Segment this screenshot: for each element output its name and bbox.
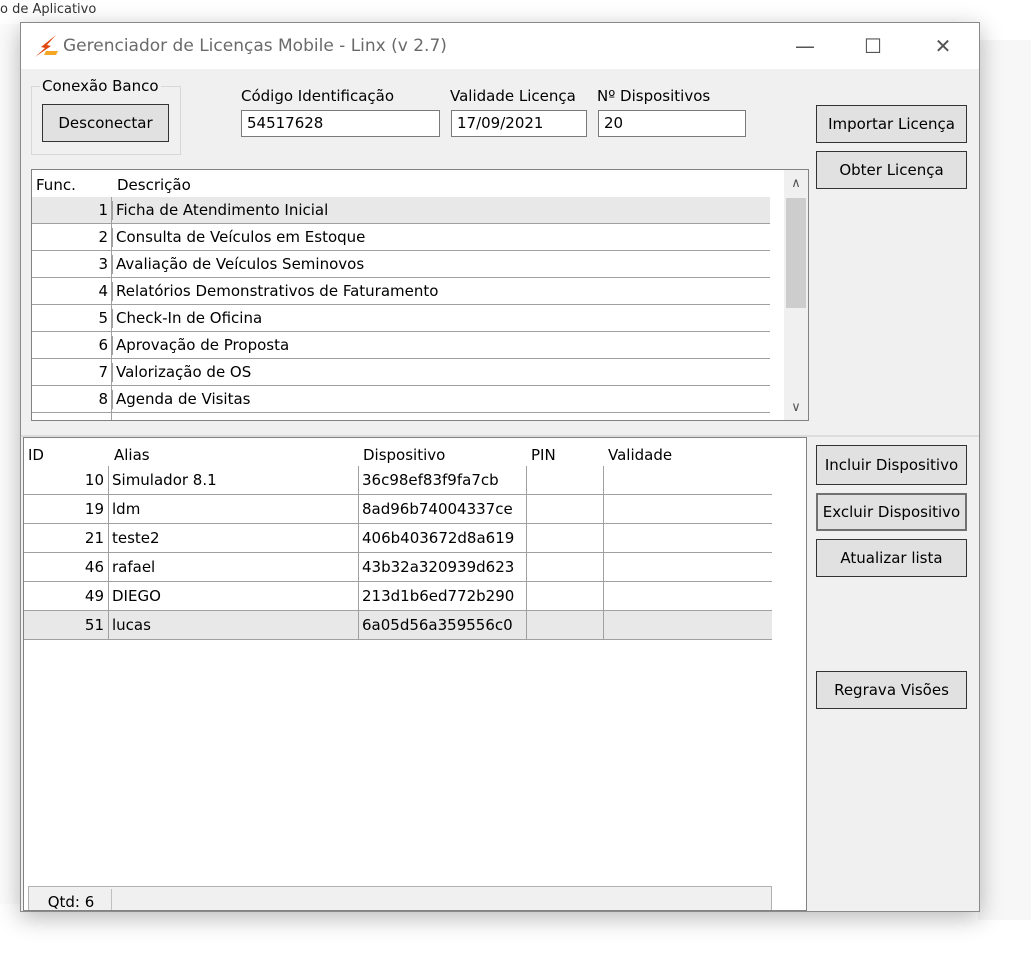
devices-count-field[interactable]: 20: [598, 110, 746, 137]
device-alias: ldm: [112, 500, 141, 518]
refresh-list-button[interactable]: Atualizar lista: [816, 539, 967, 577]
code-field[interactable]: 54517628: [241, 110, 440, 137]
device-id-hash: 43b32a320939d623: [362, 558, 515, 576]
function-desc: Valorização de OS: [112, 363, 251, 382]
function-desc: Agenda de Visitas: [112, 390, 251, 409]
license-manager-window: Gerenciador de Licenças Mobile - Linx (v…: [20, 22, 980, 912]
function-num: 7: [98, 363, 108, 381]
function-desc: Consulta de Veículos em Estoque: [112, 228, 365, 247]
function-row[interactable]: 4 Relatórios Demonstrativos de Faturamen…: [32, 278, 770, 305]
include-device-button[interactable]: Incluir Dispositivo: [816, 445, 967, 485]
device-id-hash: 6a05d56a359556c0: [362, 616, 513, 634]
function-desc: Aprovação de Proposta: [112, 336, 289, 355]
import-license-button[interactable]: Importar Licença: [816, 105, 967, 143]
device-id-hash: 213d1b6ed772b290: [362, 587, 515, 605]
device-row[interactable]: 49 DIEGO 213d1b6ed772b290: [24, 582, 772, 611]
device-alias: teste2: [112, 529, 160, 547]
function-row[interactable]: 5 Check-In de Oficina: [32, 305, 770, 332]
function-row[interactable]: 1 Ficha de Atendimento Inicial: [32, 197, 770, 224]
maximize-button[interactable]: ☐: [849, 23, 897, 69]
connection-group-label: Conexão Banco: [40, 77, 161, 95]
devices-grid[interactable]: ID Alias Dispositivo PIN Validade 10 Sim…: [23, 437, 807, 911]
function-desc: Relatórios Demonstrativos de Faturamento: [112, 282, 438, 301]
device-column-header[interactable]: Dispositivo: [363, 446, 445, 464]
background-app-right: [978, 40, 1031, 920]
scroll-thumb[interactable]: [786, 198, 806, 308]
close-button[interactable]: ✕: [919, 23, 967, 69]
device-row[interactable]: 10 Simulador 8.1 36c98ef83f9fa7cb: [24, 466, 772, 495]
scroll-up-icon[interactable]: ∧: [784, 172, 808, 194]
device-alias: DIEGO: [112, 587, 161, 605]
background-fragment-text: o de Aplicativo: [0, 2, 97, 17]
device-id-hash: 36c98ef83f9fa7cb: [362, 471, 499, 489]
devices-grid-header: ID Alias Dispositivo PIN Validade: [24, 438, 784, 466]
window-title: Gerenciador de Licenças Mobile - Linx (v…: [63, 36, 447, 56]
device-row[interactable]: 21 teste2 406b403672d8a619: [24, 524, 772, 553]
device-id: 19: [84, 500, 104, 518]
function-num: 1: [98, 201, 108, 219]
device-id: 49: [84, 587, 104, 605]
pin-column-header[interactable]: PIN: [531, 446, 556, 464]
devices-count-label: Nº Dispositivos: [597, 87, 711, 105]
function-desc: Check-In de Oficina: [112, 309, 262, 328]
function-row[interactable]: [32, 413, 770, 420]
function-row[interactable]: 7 Valorização de OS: [32, 359, 770, 386]
validity-column-header[interactable]: Validade: [608, 446, 672, 464]
device-id: 51: [84, 616, 104, 634]
desc-column-header[interactable]: Descrição: [117, 176, 191, 194]
device-id: 46: [84, 558, 104, 576]
functions-scrollbar[interactable]: ∧ ∨: [784, 170, 808, 420]
scroll-down-icon[interactable]: ∨: [784, 396, 808, 418]
function-num: 8: [98, 390, 108, 408]
function-row[interactable]: 3 Avaliação de Veículos Seminovos: [32, 251, 770, 278]
function-num: 5: [98, 309, 108, 327]
background-app-left: [0, 24, 20, 904]
device-id: 10: [84, 471, 104, 489]
device-alias: rafael: [112, 558, 156, 576]
function-row[interactable]: 6 Aprovação de Proposta: [32, 332, 770, 359]
device-alias: lucas: [112, 616, 151, 634]
functions-grid[interactable]: Func. Descrição 1 Ficha de Atendimento I…: [31, 169, 809, 421]
function-num: 4: [98, 282, 108, 300]
device-id-hash: 406b403672d8a619: [362, 529, 515, 547]
status-bar: Qtd: 6: [28, 886, 772, 910]
device-count: Qtd: 6: [31, 889, 112, 910]
device-row[interactable]: 46 rafael 43b32a320939d623: [24, 553, 772, 582]
device-row[interactable]: 51 lucas 6a05d56a359556c0: [24, 611, 772, 640]
obtain-license-button[interactable]: Obter Licença: [816, 151, 967, 189]
function-num: 6: [98, 336, 108, 354]
function-num: 2: [98, 228, 108, 246]
code-label: Código Identificação: [241, 87, 395, 105]
function-row[interactable]: 8 Agenda de Visitas: [32, 386, 770, 413]
function-row[interactable]: 2 Consulta de Veículos em Estoque: [32, 224, 770, 251]
exclude-device-button[interactable]: Excluir Dispositivo: [816, 493, 967, 531]
func-column-header[interactable]: Func.: [36, 176, 76, 194]
function-desc: Ficha de Atendimento Inicial: [112, 201, 328, 220]
id-column-header[interactable]: ID: [28, 446, 44, 464]
functions-grid-header: Func. Descrição: [32, 170, 782, 197]
device-id: 21: [84, 529, 104, 547]
function-desc: Avaliação de Veículos Seminovos: [112, 255, 364, 274]
function-num: 3: [98, 255, 108, 273]
validity-field[interactable]: 17/09/2021: [451, 110, 587, 137]
device-row[interactable]: 19 ldm 8ad96b74004337ce: [24, 495, 772, 524]
app-lightning-icon: [35, 35, 58, 57]
disconnect-button[interactable]: Desconectar: [42, 104, 169, 142]
validity-label: Validade Licença: [450, 87, 576, 105]
title-bar[interactable]: Gerenciador de Licenças Mobile - Linx (v…: [21, 23, 979, 69]
rewrite-views-button[interactable]: Regrava Visões: [816, 671, 967, 709]
alias-column-header[interactable]: Alias: [114, 446, 150, 464]
device-id-hash: 8ad96b74004337ce: [362, 500, 513, 518]
minimize-button[interactable]: —: [781, 23, 829, 69]
device-alias: Simulador 8.1: [112, 471, 217, 489]
